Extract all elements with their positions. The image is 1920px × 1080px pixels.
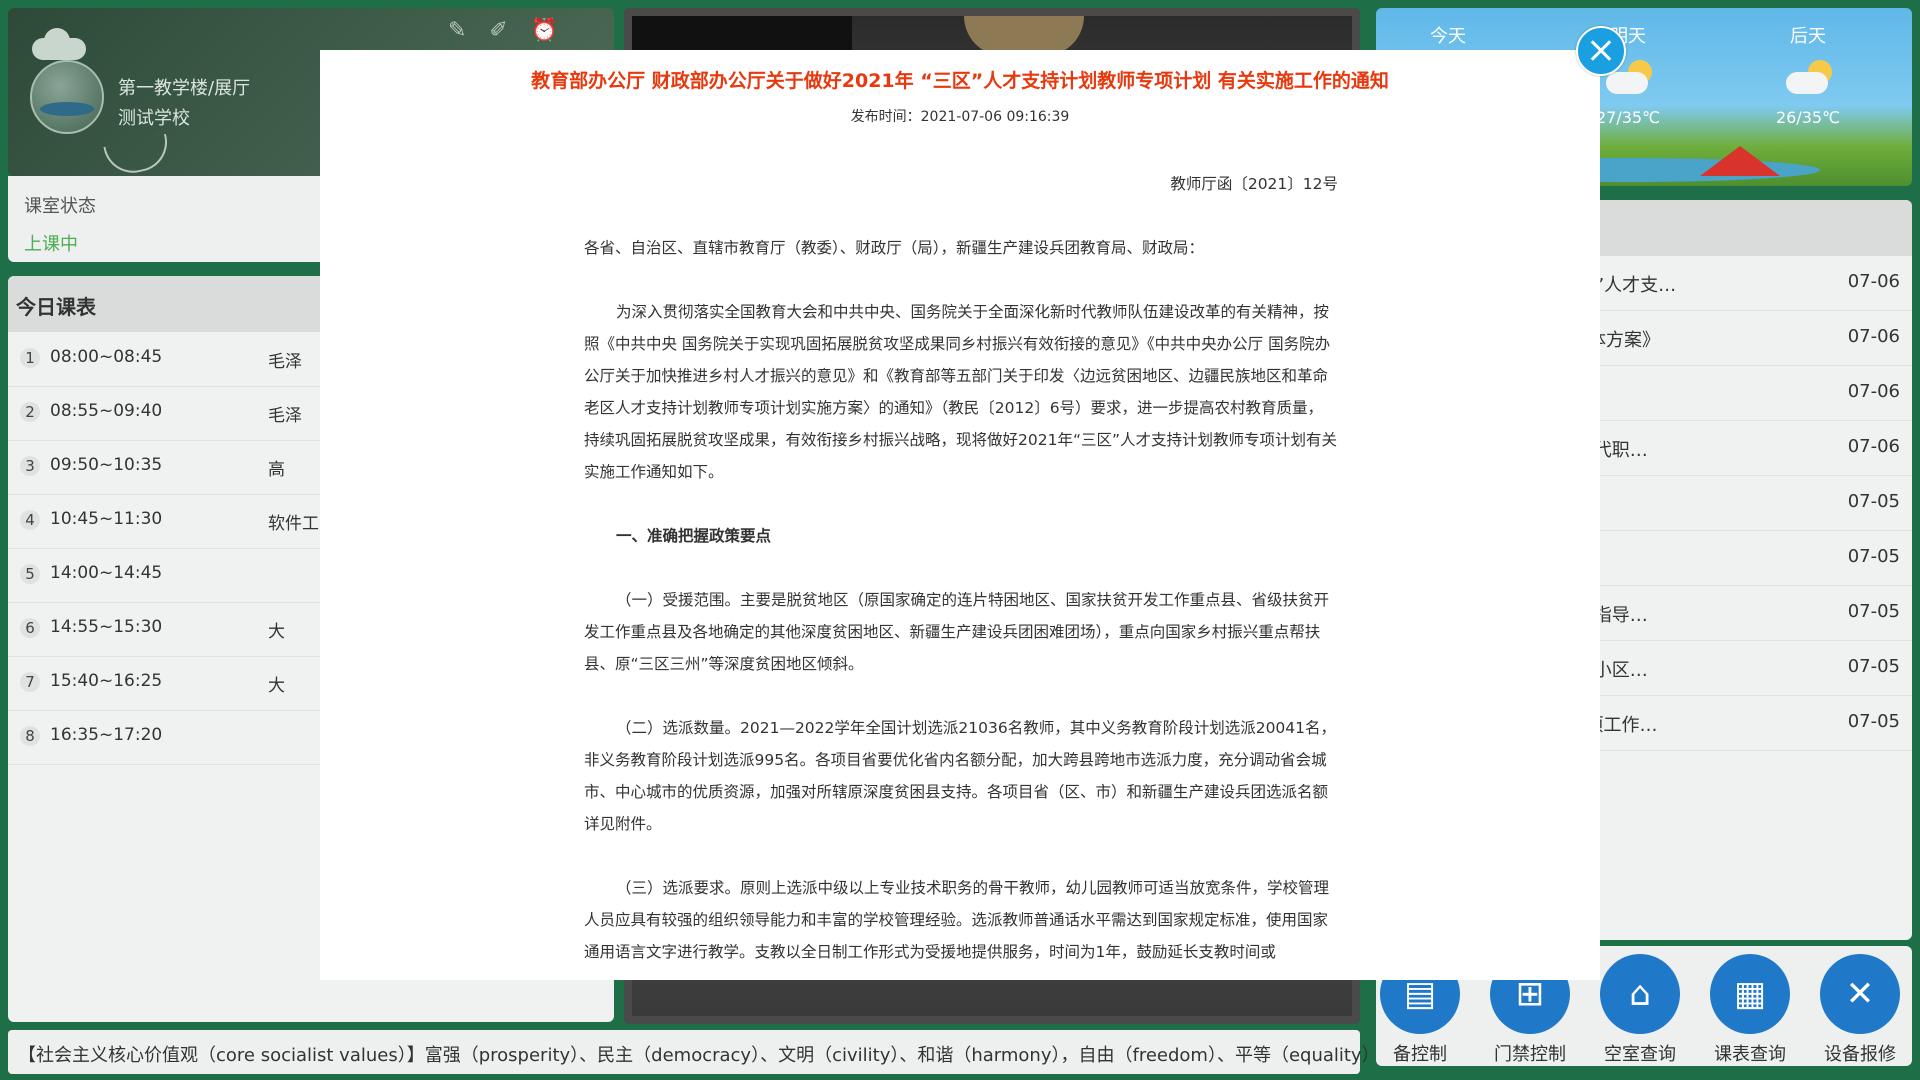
period-time: 14:55~15:30 [50, 617, 163, 637]
status-label: 课室状态 [24, 196, 96, 217]
news-date: 07-05 [1847, 546, 1900, 567]
notice-body[interactable]: 教师厅函〔2021〕12号 各省、自治区、直辖市教育厅（教委）、财政厅（局），新… [584, 168, 1338, 980]
function-button[interactable]: ▦ 课表查询 [1700, 954, 1800, 1065]
period-time: 14:00~14:45 [50, 563, 163, 583]
addressee: 各省、自治区、直辖市教育厅（教委）、财政厅（局），新疆生产建设兵团教育局、财政局… [584, 239, 1205, 257]
paragraph-quantity: （二）选派数量。2021—2022学年全国计划选派21036名教师，其中义务教育… [584, 719, 1337, 833]
publish-time: 发布时间：2021-07-06 09:16:39 [850, 109, 1070, 125]
weather-temp: 26/35℃ [1775, 108, 1841, 127]
function-button[interactable]: ⌂ 空室查询 [1590, 954, 1690, 1065]
period-number: 7 [20, 672, 40, 692]
function-label: 门禁控制 [1494, 1044, 1566, 1065]
function-label: 设备报修 [1824, 1044, 1896, 1065]
section-heading: 一、准确把握政策要点 [616, 527, 772, 545]
news-date: 07-06 [1847, 271, 1900, 292]
period-time: 09:50~10:35 [50, 455, 163, 475]
notice-modal: 教育部办公厅 财政部办公厅关于做好2021年 “三区”人才支持计划教师专项计划 … [320, 50, 1600, 980]
period-time: 10:45~11:30 [50, 509, 163, 529]
news-date: 07-05 [1847, 491, 1900, 512]
course-name: 大 [268, 622, 285, 642]
period-number: 6 [20, 618, 40, 638]
function-label: 备控制 [1393, 1044, 1447, 1065]
course-name: 毛泽 [268, 406, 302, 426]
school-name: 测试学校 [118, 108, 190, 129]
function-label: 课表查询 [1714, 1044, 1786, 1065]
period-time: 08:00~08:45 [50, 347, 163, 367]
close-modal-button[interactable] [1576, 26, 1626, 76]
course-name: 大 [268, 676, 285, 696]
news-date: 07-06 [1847, 436, 1900, 457]
weather-day-label: 后天 [1790, 26, 1826, 47]
status-value: 上课中 [24, 234, 78, 255]
period-time: 08:55~09:40 [50, 401, 163, 421]
schedule-title: 今日课表 [16, 295, 96, 319]
doc-number: 教师厅函〔2021〕12号 [1170, 175, 1338, 193]
paragraph-scope: （一）受援范围。主要是脱贫地区（原国家确定的连片特困地区、国家扶贫开发工作重点县… [584, 591, 1330, 673]
news-date: 07-05 [1847, 656, 1900, 677]
room-query-icon: ⌂ [1600, 954, 1680, 1034]
school-logo [30, 60, 104, 134]
course-name: 高 [268, 460, 285, 480]
period-number: 8 [20, 726, 40, 746]
period-number: 4 [20, 510, 40, 530]
period-number: 5 [20, 564, 40, 584]
intro-paragraph: 为深入贯彻落实全国教育大会和中共中央、国务院关于全面深化新时代教师队伍建设改革的… [584, 303, 1338, 481]
period-number: 1 [20, 348, 40, 368]
book-icon [103, 133, 173, 176]
notice-title: 教育部办公厅 财政部办公厅关于做好2021年 “三区”人才支持计划教师专项计划 … [531, 70, 1389, 92]
news-date: 07-05 [1847, 711, 1900, 732]
news-date: 07-06 [1847, 381, 1900, 402]
period-time: 16:35~17:20 [50, 725, 163, 745]
period-number: 2 [20, 402, 40, 422]
function-button[interactable]: ✕ 设备报修 [1810, 954, 1910, 1065]
course-name: 软件工 [268, 514, 319, 534]
building-name: 第一教学楼/展厅 [118, 78, 251, 99]
news-date: 07-06 [1847, 326, 1900, 347]
course-name: 毛泽 [268, 352, 302, 372]
weather-day-label: 今天 [1430, 26, 1466, 47]
tent-decoration [1700, 146, 1780, 176]
repair-tools-icon: ✕ [1820, 954, 1900, 1034]
period-number: 3 [20, 456, 40, 476]
period-time: 15:40~16:25 [50, 671, 163, 691]
news-date: 07-05 [1847, 601, 1900, 622]
function-label: 空室查询 [1604, 1044, 1676, 1065]
marquee-text: 【社会主义核心价值观（core socialist values）】富强（pro… [18, 1045, 1380, 1066]
partly-cloudy-icon [1786, 60, 1832, 98]
cloud-icon [32, 28, 86, 60]
values-marquee: 【社会主义核心价值观（core socialist values）】富强（pro… [8, 1030, 1380, 1074]
calendar-icon: ▦ [1710, 954, 1790, 1034]
paragraph-requirements: （三）选派要求。原则上选派中级以上专业技术职务的骨干教师，幼儿园教师可适当放宽条… [584, 879, 1330, 961]
